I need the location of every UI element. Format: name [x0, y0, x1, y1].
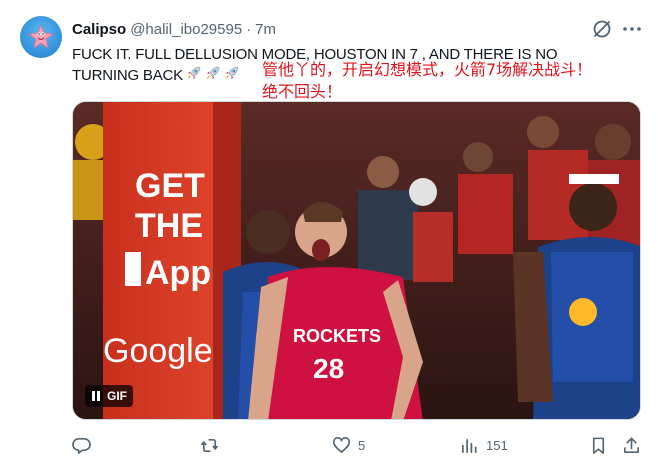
- like-button[interactable]: 5: [332, 432, 365, 458]
- gif-badge[interactable]: GIF: [85, 385, 133, 407]
- pause-icon[interactable]: [89, 389, 103, 403]
- separator-dot: ·: [246, 20, 252, 38]
- bookmark-icon: [592, 437, 605, 454]
- patrick-star-avatar-icon: [28, 24, 54, 49]
- action-bar: 5 151: [72, 432, 647, 460]
- views-icon: [461, 438, 477, 453]
- translation-line-2: 绝不回头！: [262, 82, 343, 101]
- rocket-emoji-icon: [223, 65, 240, 82]
- views-count: 151: [486, 437, 508, 453]
- views-button[interactable]: 151: [460, 432, 508, 458]
- display-name[interactable]: Calipso: [72, 21, 126, 38]
- translation-line-1: 管他丫的，开启幻想模式，火箭7场解决战斗！: [262, 60, 593, 79]
- tweet-header: Calipso @halil_ibo29595 · 7m: [72, 19, 276, 39]
- ad-text-get: GET: [135, 167, 205, 205]
- share-icon: [624, 437, 639, 453]
- like-count: 5: [358, 437, 366, 453]
- gif-frame-image: GET THE App Google ROCKETS 28: [73, 102, 640, 419]
- jersey-team-text: ROCKETS: [293, 326, 381, 346]
- jersey-number-text: 28: [313, 353, 344, 384]
- more-options-icon[interactable]: [621, 20, 643, 38]
- rocket-emoji-icon: [204, 65, 221, 82]
- rocket-emoji-icon: [185, 65, 202, 82]
- reply-button[interactable]: [72, 432, 91, 458]
- user-handle[interactable]: @halil_ibo29595: [130, 21, 242, 38]
- ad-text-app: App: [145, 254, 211, 292]
- translation-annotation: 管他丫的，开启幻想模式，火箭7场解决战斗！ 绝不回头！: [262, 59, 642, 103]
- gif-media[interactable]: GET THE App Google ROCKETS 28: [72, 101, 641, 420]
- gif-label: GIF: [107, 389, 127, 403]
- retweet-icon: [200, 438, 219, 452]
- share-button[interactable]: [622, 432, 641, 458]
- grok-icon[interactable]: [591, 18, 613, 40]
- reply-icon: [72, 437, 91, 454]
- tweet[interactable]: Calipso @halil_ibo29595 · 7m FUCK IT. FU…: [0, 0, 669, 467]
- heart-icon: [333, 436, 350, 453]
- avatar[interactable]: [20, 16, 62, 58]
- ad-text-google: Google: [103, 332, 213, 370]
- timestamp[interactable]: 7m: [255, 21, 276, 38]
- bookmark-button[interactable]: [589, 432, 608, 458]
- retweet-button[interactable]: [200, 432, 219, 458]
- nba-logo-icon: [125, 252, 141, 286]
- ad-text-the: THE: [135, 207, 203, 245]
